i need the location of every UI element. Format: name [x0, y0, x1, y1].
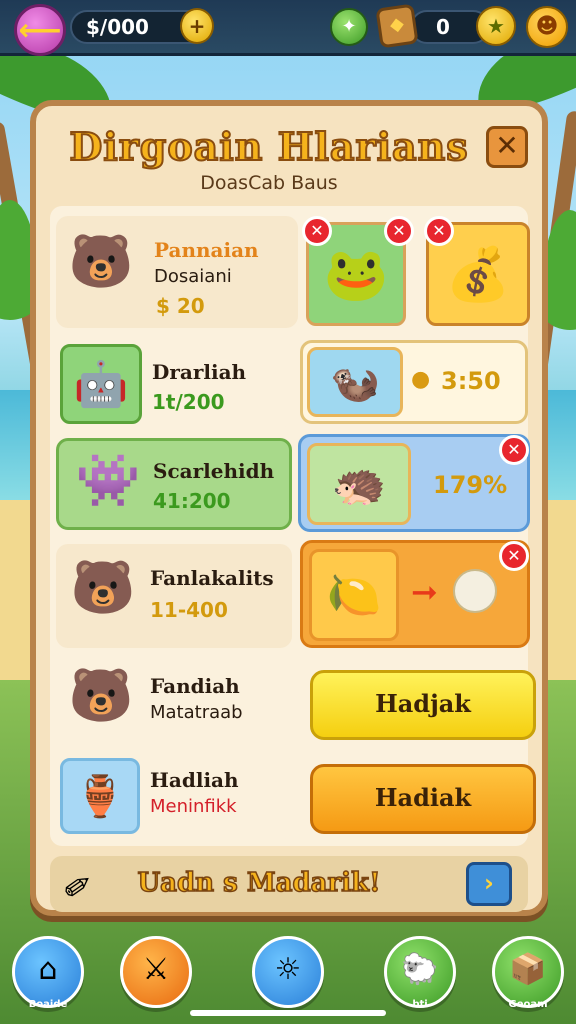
- pink-creature-icon: 👾: [75, 451, 141, 511]
- nav-home-label: Boaide: [28, 999, 68, 1010]
- offer-name: Fandiah: [150, 674, 240, 698]
- animal-icon: 🐑: [401, 952, 439, 987]
- leaf-gem-icon[interactable]: ✦: [330, 8, 368, 46]
- offer-card[interactable]: 🤖 Drarliah 1t/200: [56, 340, 292, 428]
- remove-icon[interactable]: ✕: [499, 541, 529, 571]
- offer-row: 🐻 Pannaian Dosaiani $ 20 🐸 💰 ✕ ✕ ✕: [56, 212, 530, 332]
- box-icon: 📦: [509, 952, 547, 987]
- bear-icon: 🐻: [70, 558, 136, 618]
- nav-pets-label: bti: [412, 999, 428, 1010]
- coin-icon: ●: [411, 367, 431, 392]
- add-coins-button[interactable]: +: [180, 8, 214, 44]
- bear-icon: 🐻: [68, 232, 134, 292]
- nav-inventory-button[interactable]: 📦 Geoam: [492, 936, 564, 1010]
- otter-icon: 🦦: [307, 347, 403, 417]
- home-indicator: [190, 1010, 386, 1016]
- hadiak-button[interactable]: Hadiak: [310, 764, 536, 834]
- remove-icon[interactable]: ✕: [302, 216, 332, 246]
- nav-inventory-label: Geoam: [508, 999, 548, 1010]
- golden-item-icon: 🏺: [60, 758, 140, 834]
- sword-icon: ⚔: [142, 952, 170, 987]
- nav-battle-button[interactable]: ⚔: [120, 936, 192, 1008]
- footer-bar: ✏ Uadn s Madarik! ›: [50, 856, 528, 912]
- offer-card[interactable]: 🏺 Hadliah Meninfikk: [56, 754, 292, 840]
- reward-card[interactable]: 🦔 179% ✕: [298, 434, 530, 532]
- offer-price: $ 20: [156, 294, 205, 318]
- offer-row: 🐻 Fanlakalits 11-400 🍋 ➞ ✕: [56, 540, 530, 652]
- offer-subtitle: Dosaiani: [154, 266, 232, 287]
- frog-icon: 🐸: [323, 244, 389, 305]
- offer-row: 🐻 Fandiah Matatraab Hadjak: [56, 660, 536, 750]
- offer-row: 🏺 Hadliah Meninfikk Hadiak: [56, 754, 536, 846]
- offer-name: Drarliah: [152, 360, 247, 384]
- remove-icon[interactable]: ✕: [424, 216, 454, 246]
- nav-home-button[interactable]: ⌂ Boaide: [12, 936, 84, 1010]
- panel-subtitle: DoasCab Baus: [200, 172, 338, 194]
- offer-price: 1t/200: [152, 390, 225, 414]
- close-button[interactable]: ✕: [486, 126, 528, 168]
- offer-card[interactable]: 🐻 Pannaian Dosaiani $ 20: [56, 216, 298, 328]
- reward-card[interactable]: 🦦 ● 3:50: [300, 340, 528, 424]
- offer-price: 11-400: [150, 598, 228, 622]
- remove-icon[interactable]: ✕: [384, 216, 414, 246]
- offers-list: 🐻 Pannaian Dosaiani $ 20 🐸 💰 ✕ ✕ ✕ 🤖 Dra…: [50, 206, 536, 846]
- offer-card[interactable]: 🐻 Fanlakalits 11-400: [56, 544, 292, 648]
- sun-fruit-icon: 🍋: [309, 549, 399, 641]
- hadjak-button[interactable]: Hadjak: [310, 670, 536, 740]
- globe-icon: ☼: [274, 952, 302, 987]
- reward-card[interactable]: 🍋 ➞ ✕: [300, 540, 530, 648]
- offer-row: 🤖 Drarliah 1t/200 🦦 ● 3:50: [56, 336, 528, 432]
- bear-icon: 🐻: [68, 666, 134, 726]
- treasure-bag-icon: 💰: [445, 244, 511, 305]
- robot-toy-icon: 🤖: [60, 344, 142, 424]
- offer-card[interactable]: 👾 Scarlehidh 41:200: [56, 438, 292, 530]
- hedgehog-icon: 🦔: [307, 443, 411, 525]
- panel-header: Dirgoain Hlarians DoasCab Baus ✕: [36, 106, 542, 202]
- reward-value: 179%: [433, 471, 508, 499]
- nav-world-button[interactable]: ☼: [252, 936, 324, 1008]
- chest-icon[interactable]: ◆: [375, 3, 419, 49]
- home-icon: ⌂: [38, 952, 58, 987]
- next-button[interactable]: ›: [466, 862, 512, 906]
- offer-row: 👾 Scarlehidh 41:200 🦔 179% ✕: [56, 434, 530, 534]
- offer-subtitle: Matatraab: [150, 702, 243, 723]
- back-button[interactable]: ⟵: [14, 4, 66, 56]
- reward-value: 3:50: [441, 367, 501, 395]
- footer-message: Uadn s Madarik!: [137, 867, 382, 899]
- offer-name: Pannaian: [154, 238, 259, 262]
- remove-icon[interactable]: ✕: [499, 435, 529, 465]
- offer-price: 41:200: [153, 489, 231, 513]
- profile-smile-icon[interactable]: ☻: [526, 6, 568, 48]
- back-arrow-icon: ⟵: [18, 12, 62, 48]
- offer-subtitle: Meninfikk: [150, 796, 237, 817]
- offer-name: Scarlehidh: [153, 459, 275, 483]
- offer-name: Hadliah: [150, 768, 239, 792]
- offer-name: Fanlakalits: [150, 566, 274, 590]
- arrow-right-icon: ➞: [411, 573, 438, 611]
- nav-pets-button[interactable]: 🐑 bti: [384, 936, 456, 1010]
- top-bar: ⟵ $/000 + ✦ 0 ◆ ★ ☻: [0, 0, 576, 56]
- egg-icon: [453, 569, 497, 613]
- offer-card[interactable]: 🐻 Fandiah Matatraab: [56, 660, 292, 746]
- panel-title: Dirgoain Hlarians: [68, 123, 469, 170]
- add-resource-button[interactable]: ★: [476, 6, 516, 46]
- trade-panel: Dirgoain Hlarians DoasCab Baus ✕ 🐻 Panna…: [30, 100, 548, 916]
